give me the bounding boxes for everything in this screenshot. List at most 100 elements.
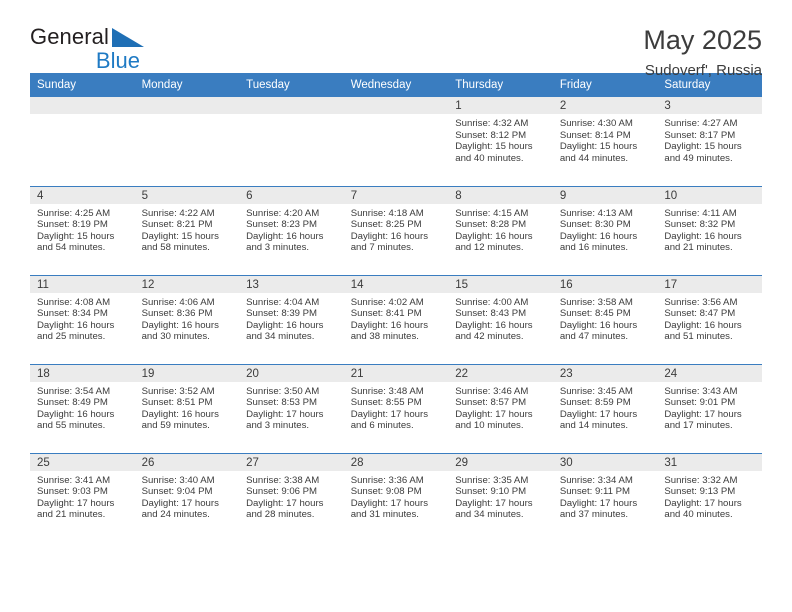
day-number: 7	[350, 189, 358, 202]
sunrise-text: Sunrise: 3:54 AM	[37, 385, 111, 397]
day-cell[interactable]: 28 Sunrise: 3:36 AM Sunset: 9:08 PM Dayligh…	[343, 452, 449, 542]
daylight-text-line2: and 40 minutes.	[664, 509, 733, 521]
daylight-text-line2: and 51 minutes.	[664, 331, 733, 343]
day-cell[interactable]: 2 Sunrise: 4:30 AM Sunset: 8:14 PM Daylight…	[552, 97, 658, 186]
day-cell[interactable]	[343, 97, 449, 186]
sunset-text: Sunset: 8:41 PM	[350, 308, 422, 320]
day-cell[interactable]: 30 Sunrise: 3:34 AM Sunset: 9:11 PM Dayligh…	[552, 452, 658, 542]
sunset-text: Sunset: 9:08 PM	[350, 486, 422, 498]
day-cell[interactable]: 16 Sunrise: 3:58 AM Sunset: 8:45 PM Dayligh…	[552, 274, 658, 364]
sunrise-text: Sunrise: 3:40 AM	[141, 474, 215, 486]
day-cell[interactable]: 21 Sunrise: 3:48 AM Sunset: 8:55 PM Dayligh…	[343, 363, 449, 453]
day-cell[interactable]: 8 Sunrise: 4:15 AM Sunset: 8:28 PM Daylight…	[448, 185, 553, 275]
sunrise-text: Sunrise: 3:32 AM	[664, 474, 738, 486]
daylight-text-line1: Daylight: 17 hours	[664, 497, 742, 509]
sunrise-text: Sunrise: 3:56 AM	[664, 296, 738, 308]
sunset-text: Sunset: 9:11 PM	[559, 486, 631, 498]
daylight-text-line1: Daylight: 15 hours	[559, 141, 638, 153]
day-number: 15	[455, 278, 469, 291]
daylight-text-line1: Daylight: 16 hours	[246, 230, 324, 242]
day-number: 2	[559, 100, 567, 112]
day-number: 5	[141, 189, 148, 202]
day-details	[239, 114, 344, 118]
day-details	[344, 114, 449, 118]
weekday-header-wednesday: Wednesday	[343, 73, 449, 97]
sunset-text: Sunset: 8:17 PM	[664, 129, 736, 141]
day-cell[interactable]: 22 Sunrise: 3:46 AM Sunset: 8:57 PM Dayligh…	[448, 363, 553, 453]
day-number: 31	[664, 456, 678, 469]
daylight-text-line2: and 16 minutes.	[559, 242, 629, 254]
general-blue-logo[interactable]: General Blue	[30, 26, 146, 72]
day-cell[interactable]: 24 Sunrise: 3:43 AM Sunset: 9:01 PM Dayligh…	[657, 363, 762, 453]
day-cell[interactable]: 10 Sunrise: 4:11 AM Sunset: 8:32 PM Dayligh…	[657, 185, 762, 275]
day-cell[interactable]: 9 Sunrise: 4:13 AM Sunset: 8:30 PM Daylight…	[552, 185, 658, 275]
day-cell[interactable]	[134, 97, 240, 186]
day-details: Sunrise: 4:04 AM Sunset: 8:39 PM Daylight:…	[239, 293, 344, 343]
day-cell[interactable]: 20 Sunrise: 3:50 AM Sunset: 8:53 PM Dayligh…	[239, 363, 344, 453]
title-block: May 2025 Sudoverf', Russia	[643, 26, 762, 80]
day-cell[interactable]: 3 Sunrise: 4:27 AM Sunset: 8:17 PM Daylight…	[657, 97, 762, 186]
day-cell[interactable]: 12 Sunrise: 4:06 AM Sunset: 8:36 PM Dayligh…	[134, 274, 240, 364]
day-details: Sunrise: 3:58 AM Sunset: 8:45 PM Daylight:…	[553, 293, 658, 343]
sunrise-text: Sunrise: 3:35 AM	[455, 474, 529, 486]
sunset-text: Sunset: 8:51 PM	[141, 397, 213, 409]
sunrise-text: Sunrise: 3:36 AM	[350, 474, 424, 486]
daylight-text-line2: and 3 minutes.	[246, 242, 310, 254]
daylight-text-line2: and 21 minutes.	[37, 509, 106, 521]
daylight-text-line2: and 10 minutes.	[455, 420, 524, 432]
day-details: Sunrise: 3:40 AM Sunset: 9:04 PM Daylight:…	[135, 471, 240, 521]
day-cell[interactable]: 6 Sunrise: 4:20 AM Sunset: 8:23 PM Daylight…	[239, 185, 344, 275]
calendar-week-row: 18 Sunrise: 3:54 AM Sunset: 8:49 PM Dayligh…	[30, 363, 762, 453]
day-cell[interactable]: 7 Sunrise: 4:18 AM Sunset: 8:25 PM Daylight…	[343, 185, 449, 275]
day-cell[interactable]: 4 Sunrise: 4:25 AM Sunset: 8:19 PM Daylight…	[30, 185, 135, 275]
day-cell[interactable]: 27 Sunrise: 3:38 AM Sunset: 9:06 PM Dayligh…	[239, 452, 344, 542]
day-details: Sunrise: 4:00 AM Sunset: 8:43 PM Daylight:…	[448, 293, 553, 343]
daylight-text-line1: Daylight: 17 hours	[455, 497, 533, 509]
day-details: Sunrise: 4:15 AM Sunset: 8:28 PM Daylight:…	[448, 204, 553, 254]
day-cell[interactable]: 14 Sunrise: 4:02 AM Sunset: 8:41 PM Dayligh…	[343, 274, 449, 364]
day-number: 19	[141, 367, 155, 380]
day-details: Sunrise: 3:43 AM Sunset: 9:01 PM Daylight:…	[657, 382, 762, 432]
day-cell[interactable]: 23 Sunrise: 3:45 AM Sunset: 8:59 PM Dayligh…	[552, 363, 658, 453]
day-number: 9	[559, 189, 567, 202]
daylight-text-line2: and 14 minutes.	[559, 420, 629, 432]
day-cell[interactable]: 1 Sunrise: 4:32 AM Sunset: 8:12 PM Daylight…	[448, 97, 553, 186]
day-cell[interactable]	[30, 97, 135, 186]
day-details: Sunrise: 3:34 AM Sunset: 9:11 PM Daylight:…	[553, 471, 658, 521]
day-cell[interactable]: 31 Sunrise: 3:32 AM Sunset: 9:13 PM Dayligh…	[657, 452, 762, 542]
sunset-text: Sunset: 8:57 PM	[455, 397, 527, 409]
daylight-text-line2: and 21 minutes.	[664, 242, 733, 254]
day-number: 8	[455, 189, 462, 202]
day-number: 14	[350, 278, 364, 291]
day-cell[interactable]: 13 Sunrise: 4:04 AM Sunset: 8:39 PM Dayligh…	[239, 274, 344, 364]
day-details	[30, 114, 135, 118]
day-cell[interactable]	[239, 97, 344, 186]
day-cell[interactable]: 19 Sunrise: 3:52 AM Sunset: 8:51 PM Dayligh…	[134, 363, 240, 453]
day-cell[interactable]: 18 Sunrise: 3:54 AM Sunset: 8:49 PM Dayligh…	[30, 363, 135, 453]
day-cell[interactable]: 5 Sunrise: 4:22 AM Sunset: 8:21 PM Daylight…	[134, 185, 240, 275]
sunset-text: Sunset: 8:43 PM	[455, 308, 527, 320]
daylight-text-line2: and 40 minutes.	[455, 152, 524, 164]
daylight-text-line1: Daylight: 17 hours	[37, 497, 115, 509]
day-details: Sunrise: 4:30 AM Sunset: 8:14 PM Daylight:…	[553, 114, 658, 164]
day-cell[interactable]: 25 Sunrise: 3:41 AM Sunset: 9:03 PM Dayligh…	[30, 452, 135, 542]
day-cell[interactable]: 17 Sunrise: 3:56 AM Sunset: 8:47 PM Dayligh…	[657, 274, 762, 364]
day-details: Sunrise: 4:08 AM Sunset: 8:34 PM Daylight:…	[30, 293, 135, 343]
daylight-text-line1: Daylight: 17 hours	[141, 497, 219, 509]
day-cell[interactable]: 15 Sunrise: 4:00 AM Sunset: 8:43 PM Dayligh…	[448, 274, 553, 364]
day-number: 21	[350, 367, 364, 380]
sunset-text: Sunset: 9:04 PM	[141, 486, 213, 498]
sunset-text: Sunset: 8:14 PM	[559, 129, 631, 141]
day-number: 1	[455, 100, 462, 112]
page-subtitle: Sudoverf', Russia	[644, 62, 762, 80]
sunrise-text: Sunrise: 4:02 AM	[350, 296, 424, 308]
sunset-text: Sunset: 8:45 PM	[559, 308, 631, 320]
sunrise-text: Sunrise: 3:48 AM	[350, 385, 424, 397]
sunset-text: Sunset: 9:03 PM	[37, 486, 108, 498]
day-cell[interactable]: 26 Sunrise: 3:40 AM Sunset: 9:04 PM Dayligh…	[134, 452, 240, 542]
sunrise-text: Sunrise: 3:46 AM	[455, 385, 529, 397]
day-cell[interactable]: 29 Sunrise: 3:35 AM Sunset: 9:10 PM Dayligh…	[448, 452, 553, 542]
daylight-text-line1: Daylight: 16 hours	[141, 408, 219, 420]
day-cell[interactable]: 11 Sunrise: 4:08 AM Sunset: 8:34 PM Dayligh…	[30, 274, 135, 364]
day-details: Sunrise: 4:02 AM Sunset: 8:41 PM Daylight:…	[344, 293, 449, 343]
